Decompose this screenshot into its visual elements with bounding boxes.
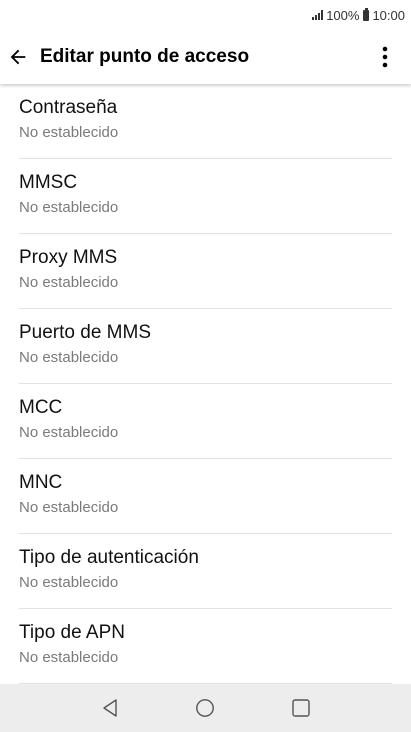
setting-proxy-mms[interactable]: Proxy MMS No establecido	[19, 234, 392, 309]
navigation-bar	[0, 684, 411, 732]
setting-summary: No establecido	[19, 574, 119, 591]
setting-mmsc[interactable]: MMSC No establecido	[19, 159, 392, 234]
setting-summary: No establecido	[19, 424, 119, 441]
nav-back-icon[interactable]	[80, 684, 140, 732]
screen: 100% 10:00 Editar punto de acceso Contra…	[0, 0, 411, 732]
setting-title: Contraseña	[19, 97, 118, 118]
more-vert-icon[interactable]	[365, 30, 405, 84]
setting-summary: No establecido	[19, 199, 119, 216]
setting-summary: No establecido	[19, 349, 119, 366]
setting-summary: No establecido	[19, 499, 119, 516]
setting-auth-type[interactable]: Tipo de autenticación No establecido	[19, 534, 392, 609]
setting-mcc[interactable]: MCC No establecido	[19, 384, 392, 459]
status-time: 10:00	[372, 7, 405, 23]
battery-percentage: 100%	[326, 7, 360, 23]
setting-summary: No establecido	[19, 649, 119, 666]
app-bar: Editar punto de acceso	[0, 30, 411, 84]
setting-summary: No establecido	[19, 274, 119, 291]
setting-apn-type[interactable]: Tipo de APN No establecido	[19, 609, 392, 684]
setting-password[interactable]: Contraseña No establecido	[19, 84, 392, 159]
page-title: Editar punto de acceso	[40, 46, 250, 67]
setting-mms-port[interactable]: Puerto de MMS No establecido	[19, 309, 392, 384]
status-bar: 100% 10:00	[0, 0, 411, 30]
setting-title: MMSC	[19, 172, 78, 193]
setting-title: Proxy MMS	[19, 247, 118, 268]
setting-title: MNC	[19, 472, 63, 493]
signal-icon	[312, 10, 324, 20]
nav-home-icon[interactable]	[175, 684, 235, 732]
setting-mnc[interactable]: MNC No establecido	[19, 459, 392, 534]
setting-title: Puerto de MMS	[19, 322, 151, 343]
setting-title: Tipo de APN	[19, 622, 125, 643]
setting-summary: No establecido	[19, 124, 119, 141]
battery-icon	[363, 7, 370, 21]
setting-title: Tipo de autenticación	[19, 547, 199, 568]
settings-list: Contraseña No establecido MMSC No establ…	[0, 84, 411, 684]
nav-recents-icon[interactable]	[271, 684, 331, 732]
setting-title: MCC	[19, 397, 63, 418]
